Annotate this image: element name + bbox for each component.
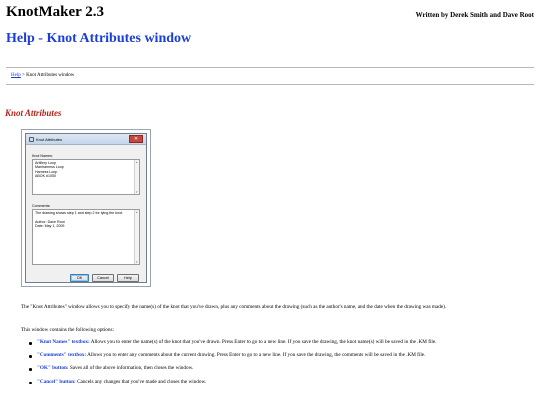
option-text: Saves all of the above information, then… bbox=[68, 365, 194, 372]
option-knot-names: "Knot Names" textbox: Allows you to ente… bbox=[29, 339, 526, 346]
close-icon: ✕ bbox=[129, 135, 143, 143]
option-text: Cancels any changes that you've made and… bbox=[75, 378, 207, 385]
option-label: "Knot Names" textbox: bbox=[37, 339, 90, 345]
comments-label: Comments: bbox=[32, 204, 51, 208]
breadcrumb-help-link[interactable]: Help bbox=[11, 73, 21, 78]
window-icon bbox=[29, 136, 34, 142]
scrollbar bbox=[134, 210, 139, 264]
comment-line: Date: May 1, 2009 bbox=[35, 224, 65, 229]
page-title: Help - Knot Attributes window bbox=[6, 31, 192, 46]
divider-top bbox=[6, 67, 534, 68]
help-button: Help bbox=[117, 274, 139, 282]
cancel-button: Cancel bbox=[92, 274, 114, 282]
dialog-title: Knot Attributes bbox=[36, 136, 63, 142]
option-comments: "Comments" textbox: Allows you to enter … bbox=[29, 352, 526, 359]
dialog-titlebar: Knot Attributes ✕ bbox=[26, 134, 146, 145]
divider-bottom bbox=[6, 84, 534, 85]
option-cancel: "Cancel" button: Cancels any changes tha… bbox=[29, 379, 526, 386]
comment-line: The drawing shows step 1 and step 2 for … bbox=[35, 211, 124, 215]
breadcrumb-current: Knot Attributes window bbox=[26, 73, 75, 78]
option-text: Allows you to enter any comments about t… bbox=[86, 352, 426, 359]
dialog-screenshot: Knot Attributes ✕ Knot Names: Artillery … bbox=[21, 129, 151, 287]
option-ok: "OK" button: Saves all of the above info… bbox=[29, 365, 526, 372]
knot-attributes-dialog: Knot Attributes ✕ Knot Names: Artillery … bbox=[25, 133, 147, 283]
scrollbar bbox=[134, 160, 139, 194]
knot-names-label: Knot Names: bbox=[32, 154, 53, 158]
option-label: "Comments" textbox: bbox=[37, 352, 87, 359]
options-intro: This window contains the following optio… bbox=[21, 327, 114, 333]
option-label: "Cancel" button: bbox=[37, 378, 76, 385]
knot-names-textbox: Artillery Loop Manharness Loop Harness L… bbox=[32, 159, 140, 195]
intro-paragraph: The "Knot Attributes" window allows you … bbox=[21, 304, 447, 310]
knot-name-line: ABOK #1050 bbox=[35, 174, 56, 179]
section-title: Knot Attributes bbox=[5, 108, 62, 118]
option-text: Allows you to enter the name(s) of the k… bbox=[89, 339, 437, 345]
breadcrumb: Help > Knot Attributes window bbox=[11, 73, 74, 78]
comments-textbox: The drawing shows step 1 and step 2 for … bbox=[32, 209, 140, 265]
app-title: KnotMaker 2.3 bbox=[6, 4, 105, 20]
ok-button: OK bbox=[70, 274, 89, 282]
authors-credit: Written by Derek Smith and Dave Root bbox=[415, 11, 534, 19]
options-list: "Knot Names" textbox: Allows you to ente… bbox=[29, 339, 526, 392]
option-label: "OK" button: bbox=[37, 365, 69, 372]
